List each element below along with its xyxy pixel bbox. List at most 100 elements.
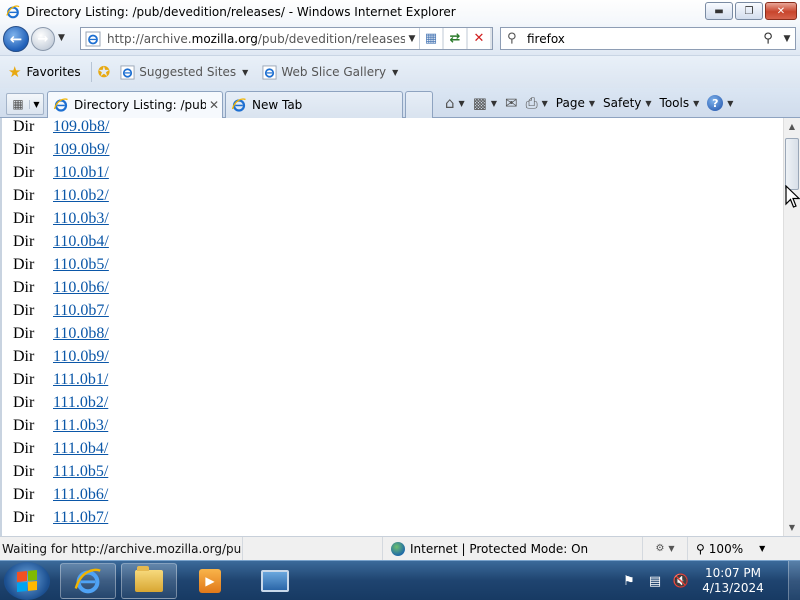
search-button[interactable]: ⚲ xyxy=(757,31,779,46)
close-window-button[interactable]: ✕ xyxy=(765,2,797,20)
list-item: Dir 110.0b2/ xyxy=(13,184,109,207)
directory-link[interactable]: 110.0b9/ xyxy=(53,348,109,366)
directory-link[interactable]: 111.0b3/ xyxy=(53,417,108,435)
list-item: Dir 111.0b2/ xyxy=(13,391,109,414)
window-title: Directory Listing: /pub/devedition/relea… xyxy=(26,5,456,19)
forward-button[interactable]: → xyxy=(31,27,55,51)
directory-link[interactable]: 110.0b7/ xyxy=(53,302,109,320)
favorites-item-suggested-sites[interactable]: Suggested Sites ▼ xyxy=(120,64,249,80)
directory-link[interactable]: 109.0b9/ xyxy=(53,141,109,159)
favorites-item-web-slice-gallery[interactable]: Web Slice Gallery ▼ xyxy=(262,64,398,80)
entry-type: Dir xyxy=(13,370,35,388)
page-menu-button[interactable]: Page ▼ xyxy=(556,96,595,110)
directory-link[interactable]: 110.0b4/ xyxy=(53,233,109,251)
safety-menu-button[interactable]: Safety ▼ xyxy=(603,96,652,110)
page-menu-label: Page xyxy=(555,96,585,110)
suggested-sites-icon xyxy=(120,64,135,80)
vertical-scrollbar[interactable]: ▲ ▼ xyxy=(783,118,800,536)
search-bar[interactable]: ⚲ ⚲ ▼ xyxy=(500,27,796,50)
taskbar-internet-explorer[interactable] xyxy=(60,563,116,599)
minimize-button[interactable]: ▬ xyxy=(705,2,733,20)
maximize-button[interactable]: ❐ xyxy=(735,2,763,20)
print-button[interactable]: ⎙ ▼ xyxy=(526,94,548,112)
chevron-down-icon: ▼ xyxy=(458,98,465,108)
directory-link[interactable]: 110.0b8/ xyxy=(53,325,109,343)
entry-type: Dir xyxy=(13,186,35,204)
title-bar: Directory Listing: /pub/devedition/relea… xyxy=(0,0,800,24)
tools-menu-button[interactable]: Tools ▼ xyxy=(660,96,700,110)
entry-type: Dir xyxy=(13,278,35,296)
directory-link[interactable]: 110.0b3/ xyxy=(53,210,109,228)
search-options-dropdown[interactable]: ▼ xyxy=(779,34,795,44)
directory-link[interactable]: 109.0b8/ xyxy=(53,118,109,136)
volume-muted-icon[interactable]: 🔇 xyxy=(672,572,690,590)
directory-link[interactable]: 110.0b1/ xyxy=(53,164,109,182)
network-icon[interactable]: ▤ xyxy=(646,572,664,590)
feeds-button[interactable]: ▩ ▼ xyxy=(473,94,497,112)
list-item: Dir 110.0b9/ xyxy=(13,345,109,368)
folder-icon xyxy=(135,566,163,592)
scroll-down-arrow-icon[interactable]: ▼ xyxy=(784,519,800,536)
directory-link[interactable]: 110.0b5/ xyxy=(53,256,109,274)
stop-icon: ✕ xyxy=(468,28,491,49)
tab-directory-listing[interactable]: Directory Listing: /pub/... ✕ xyxy=(47,91,223,118)
quick-tabs-button[interactable]: ▦ ▼ xyxy=(6,93,44,115)
protected-mode-settings-button[interactable]: ⚙ ▼ xyxy=(642,537,687,560)
windows-taskbar: ▶ ⚑ ▤ 🔇 10:07 PM 4/13/2024 xyxy=(0,560,800,600)
url-text[interactable]: http://archive.mozilla.org/pub/deveditio… xyxy=(107,32,405,46)
start-button[interactable] xyxy=(4,562,50,600)
close-icon: ✕ xyxy=(776,5,786,17)
stop-button[interactable]: ✕ xyxy=(468,28,492,49)
chevron-down-icon: ▼ xyxy=(668,544,675,553)
search-input[interactable] xyxy=(527,31,757,46)
clock[interactable]: 10:07 PM 4/13/2024 xyxy=(698,566,768,596)
list-item: Dir 111.0b3/ xyxy=(13,414,109,437)
taskbar-remote-desktop[interactable] xyxy=(247,563,303,599)
refresh-icon: ⇄ xyxy=(444,28,467,49)
directory-link[interactable]: 110.0b6/ xyxy=(53,279,109,297)
favorites-star-icon: ★ xyxy=(8,63,22,81)
refresh-button[interactable]: ⇄ xyxy=(444,28,468,49)
list-item: Dir 111.0b7/ xyxy=(13,506,109,529)
directory-link[interactable]: 111.0b1/ xyxy=(53,371,108,389)
entry-type: Dir xyxy=(13,508,35,526)
media-player-icon: ▶ xyxy=(199,569,221,593)
security-zone[interactable]: Internet | Protected Mode: On xyxy=(382,537,642,560)
compatibility-view-button[interactable]: ▦ xyxy=(420,28,444,49)
directory-link[interactable]: 111.0b4/ xyxy=(53,440,108,458)
show-desktop-button[interactable] xyxy=(788,561,800,600)
scroll-up-arrow-icon[interactable]: ▲ xyxy=(784,118,800,135)
directory-link[interactable]: 111.0b5/ xyxy=(53,463,108,481)
directory-link[interactable]: 111.0b2/ xyxy=(53,394,108,412)
entry-type: Dir xyxy=(13,255,35,273)
scrollbar-thumb[interactable] xyxy=(785,138,799,190)
favorites-separator xyxy=(90,62,92,82)
zoom-level-button[interactable]: ⚲ 100% ▼ xyxy=(687,537,765,560)
action-center-flag-icon[interactable]: ⚑ xyxy=(620,572,638,590)
taskbar-windows-explorer[interactable] xyxy=(121,563,177,599)
directory-link[interactable]: 111.0b6/ xyxy=(53,486,108,504)
printer-icon: ⎙ xyxy=(525,94,538,112)
recent-pages-dropdown[interactable]: ▼ xyxy=(58,33,65,43)
address-bar[interactable]: http://archive.mozilla.org/pub/deveditio… xyxy=(80,27,493,50)
address-dropdown[interactable]: ▼ xyxy=(405,34,419,44)
favorites-button[interactable]: ★ Favorites xyxy=(8,63,81,81)
help-button[interactable]: ? ▼ xyxy=(707,95,733,111)
back-button[interactable]: ← xyxy=(3,26,29,52)
internet-zone-globe-icon xyxy=(391,541,405,556)
read-mail-button[interactable]: ✉ xyxy=(505,94,518,112)
home-button[interactable]: ⌂ ▼ xyxy=(445,94,465,112)
tab-label: New Tab xyxy=(252,98,303,112)
directory-link[interactable]: 111.0b7/ xyxy=(53,509,108,527)
taskbar-media-player[interactable]: ▶ xyxy=(182,563,238,599)
add-to-favorites-bar-icon[interactable]: ✪ xyxy=(98,63,111,81)
tab-list-dropdown[interactable]: ▼ xyxy=(29,99,43,109)
close-tab-icon[interactable]: ✕ xyxy=(206,98,222,112)
open-new-tab-button[interactable] xyxy=(405,91,433,118)
rss-feed-icon: ▩ xyxy=(472,94,487,112)
tab-new-tab[interactable]: New Tab xyxy=(225,91,403,118)
safety-menu-label: Safety xyxy=(603,96,642,110)
directory-link[interactable]: 110.0b2/ xyxy=(53,187,109,205)
command-bar: ⌂ ▼ ▩ ▼ ✉ ⎙ ▼ Page ▼ Safety ▼ Tools ▼ ? … xyxy=(445,88,741,118)
chevron-down-icon: ▼ xyxy=(242,67,249,77)
